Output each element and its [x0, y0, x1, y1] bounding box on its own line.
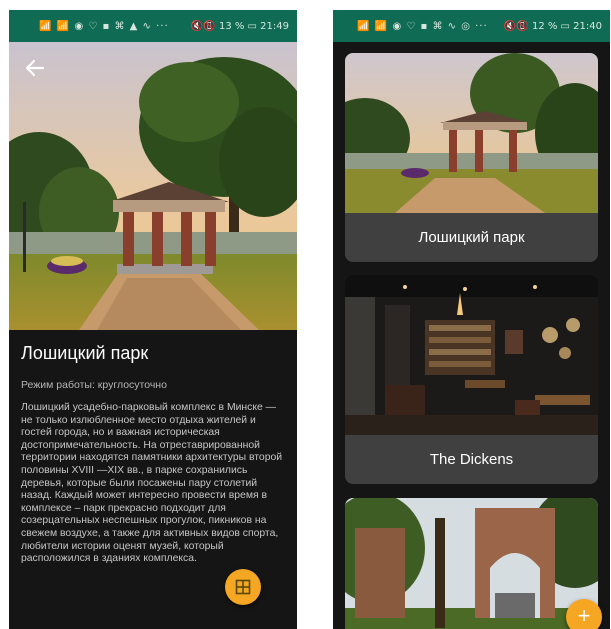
add-place-button[interactable]: + — [566, 599, 602, 629]
detail-screen: 📶 📶 ◉ ♡ ▪ ⌘ ▲ ∿ ··· 🔇📵 13 % ▭ 21:49 Лоши… — [9, 10, 297, 629]
card-photo — [345, 275, 598, 435]
card-photo — [345, 53, 598, 213]
status-icons: 📶 📶 ◉ ♡ ▪ ⌘ ▲ ∿ ··· — [39, 20, 169, 32]
place-card-loshitsky-park[interactable]: Лошицкий парк — [345, 53, 598, 262]
status-bar: 📶 📶 ◉ ♡ ▪ ⌘ ▲ ∿ ··· 🔇📵 13 % ▭ 21:49 — [9, 10, 297, 42]
place-photo — [9, 42, 297, 330]
opening-hours: Режим работы: круглосуточно — [21, 379, 167, 391]
card-title: The Dickens — [429, 451, 514, 468]
map-grid-icon — [235, 579, 251, 595]
status-bar: 📶 📶 ◉ ♡ ▪ ⌘ ∿ ◎ ··· 🔇📵 12 % ▭ 21:40 — [333, 10, 610, 42]
plus-icon: + — [577, 603, 591, 628]
place-card-ruins[interactable] — [345, 498, 598, 629]
place-card-the-dickens[interactable]: The Dickens — [345, 275, 598, 484]
card-photo — [345, 498, 598, 629]
arrow-left-icon[interactable] — [23, 56, 47, 80]
status-icons: 📶 📶 ◉ ♡ ▪ ⌘ ∿ ◎ ··· — [357, 20, 488, 32]
card-title: Лошицкий парк — [418, 229, 525, 246]
place-description: Лошицкий усадебно-парковый комплекс в Ми… — [21, 402, 283, 565]
places-list-screen: 📶 📶 ◉ ♡ ▪ ⌘ ∿ ◎ ··· 🔇📵 12 % ▭ 21:40 Лоши… — [333, 10, 610, 629]
status-battery-time: 🔇📵 13 % ▭ 21:49 — [190, 20, 289, 32]
status-battery-time: 🔇📵 12 % ▭ 21:40 — [503, 20, 602, 32]
place-title: Лошицкий парк — [21, 343, 149, 363]
map-button[interactable] — [225, 569, 261, 605]
